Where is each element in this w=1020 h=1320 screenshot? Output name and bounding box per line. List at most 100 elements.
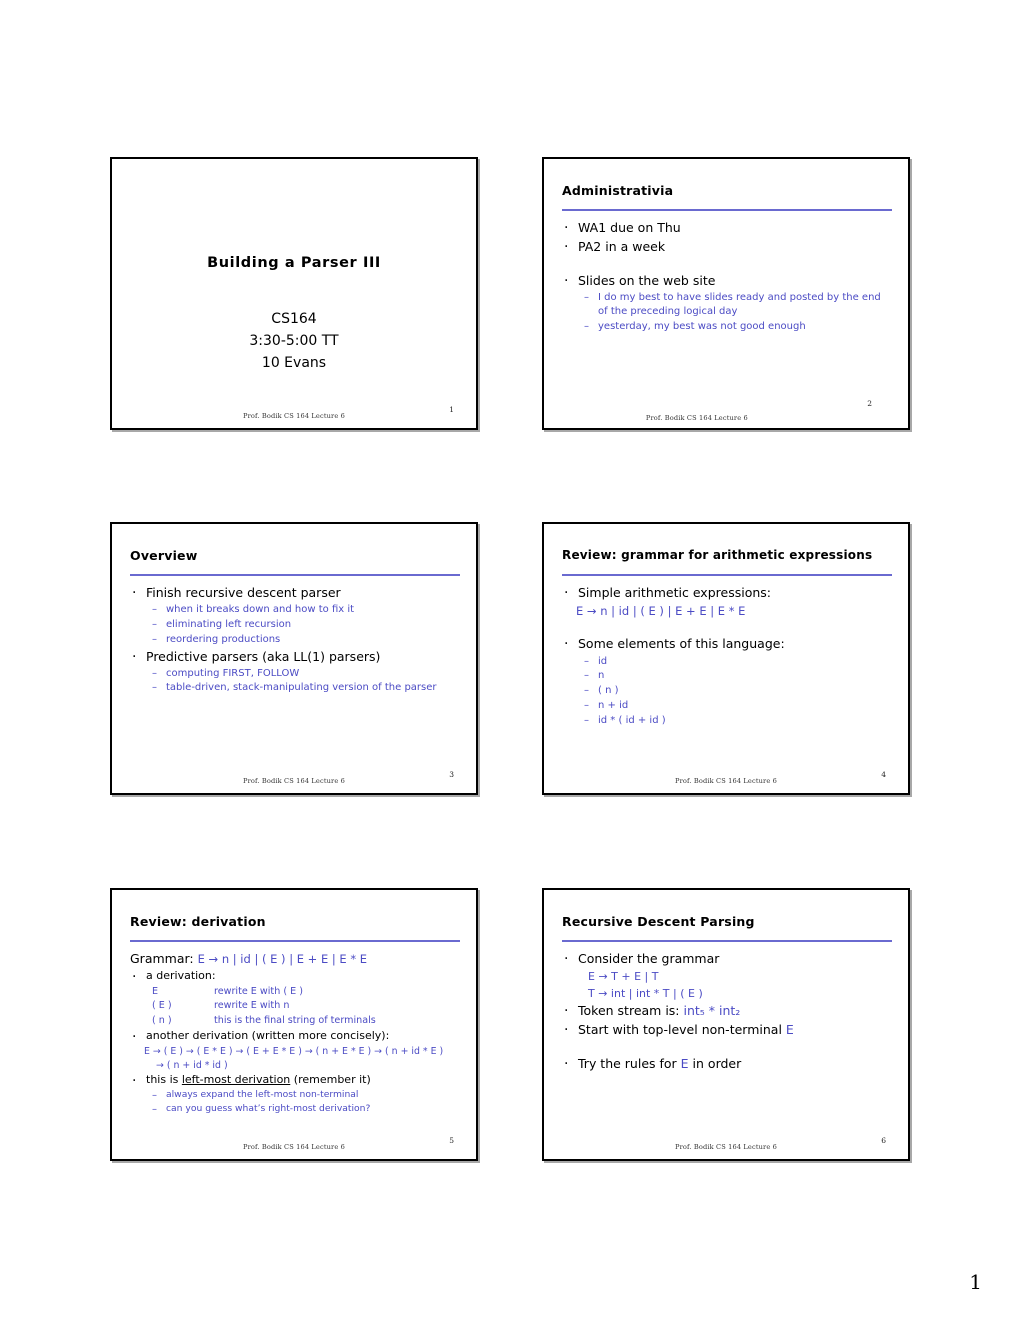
slide-5-deriv-lhs-2: ( E )	[152, 1000, 172, 1012]
slide-6-bullet-3-pre: Start with top-level non-terminal	[578, 1022, 786, 1038]
slide-5-bullet-3: this is left-most derivation (remember i…	[130, 1071, 464, 1091]
slide-2-spacer	[562, 257, 896, 272]
slide-6-footer-text: Prof. Bodik CS 164 Lecture 6	[675, 1143, 777, 1151]
slide-5-deriv-row-2: ( E ) rewrite E with n	[130, 999, 464, 1013]
slide-4-number: 4	[881, 770, 886, 779]
slide-3-title-rule	[130, 574, 460, 576]
slide-2-footer-text: Prof. Bodik CS 164 Lecture 6	[645, 414, 748, 422]
slide-5-deriv-rhs-1: rewrite E with ( E )	[214, 986, 303, 998]
slide-5-bullet-1: a derivation:	[130, 967, 464, 987]
slide-4-title: Review: grammar for arithmetic expressio…	[562, 548, 873, 562]
slide-1-title: Building a Parser III	[207, 255, 381, 271]
slide-2-number: 2	[867, 399, 872, 408]
slide-5-deriv-row-3: ( n ) this is the final string of termina…	[130, 1014, 464, 1028]
slide-3-footer-text: Prof. Bodik CS 164 Lecture 6	[243, 777, 345, 785]
slide-3-sub-bullet-2b: table-driven, stack-manipulating version…	[130, 681, 464, 695]
slide-5-bullet-3-underlined: left-most derivation	[181, 1073, 291, 1087]
slide-4-grammar: E → n | id | ( E ) | E + E | E * E	[576, 604, 746, 619]
slide-5-concise-line-1: E → ( E ) → ( E * E ) → ( E + E * E ) → …	[144, 1046, 444, 1058]
slide-2-bullet-2: PA2 in a week	[562, 237, 896, 257]
slide-5-concise-line-2: → ( n + id * id )	[156, 1059, 228, 1071]
slide-5-sub-bullet-1: always expand the left-most non-terminal	[130, 1089, 464, 1102]
slide-4-element-3: ( n )	[562, 684, 896, 698]
slide-2-footer: Prof. Bodik CS 164 Lecture 6 2	[544, 399, 908, 422]
slide-6-number: 6	[881, 1136, 886, 1145]
slide-6-bullet-4: Try the rules for E in order	[562, 1054, 896, 1074]
slide-5-title: Review: derivation	[130, 914, 266, 929]
slide-6-nonterminal-e-2: E	[680, 1056, 689, 1072]
slide-3-sub-bullet-1a: when it breaks down and how to fix it	[130, 603, 464, 617]
slide-2-body: WA1 due on Thu PA2 in a week Slides on t…	[562, 218, 896, 394]
slide-6-nonterminal-e-1: E	[785, 1022, 794, 1038]
slide-5-grammar-label: Grammar:	[130, 951, 194, 966]
slide-3-sub-bullet-2a: computing FIRST, FOLLOW	[130, 667, 464, 681]
slide-3[interactable]: Overview Finish recursive descent parser…	[110, 522, 478, 795]
slide-5-deriv-rhs-3: this is the final string of terminals	[214, 1014, 376, 1026]
slide-1-subtitle: CS164 3:30-5:00 TT 10 Evans	[112, 309, 476, 374]
slide-5[interactable]: Review: derivation Grammar: E → n | id |…	[110, 888, 478, 1161]
slide-3-sub-bullet-1b: eliminating left recursion	[130, 618, 464, 632]
slide-4-footer-text: Prof. Bodik CS 164 Lecture 6	[675, 777, 777, 785]
slide-5-footer: Prof. Bodik CS 164 Lecture 6 5	[112, 1131, 476, 1151]
slide-4-body: Simple arithmetic expressions: E → n | i…	[562, 583, 896, 759]
slide-5-bullet-3-pre: this is	[146, 1073, 182, 1087]
slide-5-number: 5	[449, 1136, 454, 1145]
slide-5-bullet-2: another derivation (written more concise…	[130, 1027, 464, 1047]
slide-5-deriv-row-1: Erewrite E with ( E )	[130, 985, 464, 999]
slide-4-element-2: n	[562, 669, 896, 683]
slide-2-bullet-3: Slides on the web site	[562, 271, 896, 291]
slide-2-title-rule	[562, 209, 892, 211]
slide-4-element-5: id * ( id + id )	[562, 714, 896, 728]
slide-3-sub-bullet-1c: reordering productions	[130, 633, 464, 647]
slide-6-bullet-4-pre: Try the rules for	[578, 1056, 681, 1072]
slide-6-bullet-2-pre: Token stream is:	[578, 1003, 684, 1019]
slide-6-rule-2: T → int | int * T | ( E )	[588, 986, 703, 1000]
slide-5-body: Grammar: E → n | id | ( E ) | E + E | E …	[130, 950, 464, 1125]
slide-6-title: Recursive Descent Parsing	[562, 914, 755, 929]
slide-6-bullet-3: Start with top-level non-terminal E	[562, 1020, 896, 1040]
slide-6-spacer	[562, 1040, 896, 1055]
slide-2-sub-bullet-1: I do my best to have slides ready and po…	[562, 291, 896, 319]
page-number: 1	[969, 1270, 982, 1294]
slide-6-body: Consider the grammar E → T + E | T T → i…	[562, 949, 896, 1125]
slide-4[interactable]: Review: grammar for arithmetic expressio…	[542, 522, 910, 795]
slide-5-footer-text: Prof. Bodik CS 164 Lecture 6	[243, 1143, 345, 1151]
slide-3-number: 3	[449, 770, 454, 779]
slide-1[interactable]: Building a Parser III CS164 3:30-5:00 TT…	[110, 157, 478, 430]
slide-5-deriv-lhs-3: ( n )	[152, 1014, 172, 1026]
slide-5-grammar-row: Grammar: E → n | id | ( E ) | E + E | E …	[130, 950, 464, 968]
slide-2[interactable]: Administrativia WA1 due on Thu PA2 in a …	[542, 157, 910, 430]
slide-3-title: Overview	[130, 548, 198, 563]
slide-5-grammar: E → n | id | ( E ) | E + E | E * E	[197, 952, 367, 966]
slide-4-title-rule	[562, 574, 892, 576]
slide-4-bullet-2: Some elements of this language:	[562, 634, 896, 654]
slide-4-element-1: id	[562, 655, 896, 669]
handout-page: Building a Parser III CS164 3:30-5:00 TT…	[0, 0, 1020, 1320]
slide-5-sub-bullet-2: can you guess what’s right-most derivati…	[130, 1103, 464, 1116]
slide-4-bullet-1: Simple arithmetic expressions:	[562, 583, 896, 603]
slide-4-element-4: n + id	[562, 699, 896, 713]
slide-1-sub-line-2: 3:30-5:00 TT	[249, 332, 339, 349]
slide-5-title-rule	[130, 940, 460, 942]
slide-1-footer: Prof. Bodik CS 164 Lecture 6 1	[112, 400, 476, 420]
slide-2-bullet-1: WA1 due on Thu	[562, 218, 896, 238]
slide-6-bullet-4-post: in order	[688, 1056, 742, 1072]
slide-1-number: 1	[449, 405, 454, 414]
slide-6[interactable]: Recursive Descent Parsing Consider the g…	[542, 888, 910, 1161]
slide-5-bullet-3-post: (remember it)	[290, 1073, 371, 1087]
slide-3-footer: Prof. Bodik CS 164 Lecture 6 3	[112, 765, 476, 785]
slide-6-token-stream: int₅ * int₂	[683, 1003, 741, 1019]
slide-3-body: Finish recursive descent parser when it …	[130, 583, 464, 759]
slide-4-footer: Prof. Bodik CS 164 Lecture 6 4	[544, 765, 908, 785]
slide-1-sub-line-1: CS164	[271, 311, 317, 327]
slide-5-deriv-lhs-1: E	[152, 986, 159, 998]
slide-3-bullet-1: Finish recursive descent parser	[130, 583, 464, 603]
slide-5-deriv-rhs-2: rewrite E with n	[214, 1000, 290, 1012]
slide-2-sub-bullet-2: yesterday, my best was not good enough	[562, 320, 896, 334]
slide-3-bullet-2: Predictive parsers (aka LL(1) parsers)	[130, 647, 464, 667]
slide-4-spacer	[562, 620, 896, 635]
slide-6-footer: Prof. Bodik CS 164 Lecture 6 6	[544, 1131, 908, 1151]
slide-6-title-rule	[562, 940, 892, 942]
slide-6-bullet-2: Token stream is: int₅ * int₂	[562, 1001, 896, 1021]
slide-6-rule-1: E → T + E | T	[588, 970, 659, 984]
